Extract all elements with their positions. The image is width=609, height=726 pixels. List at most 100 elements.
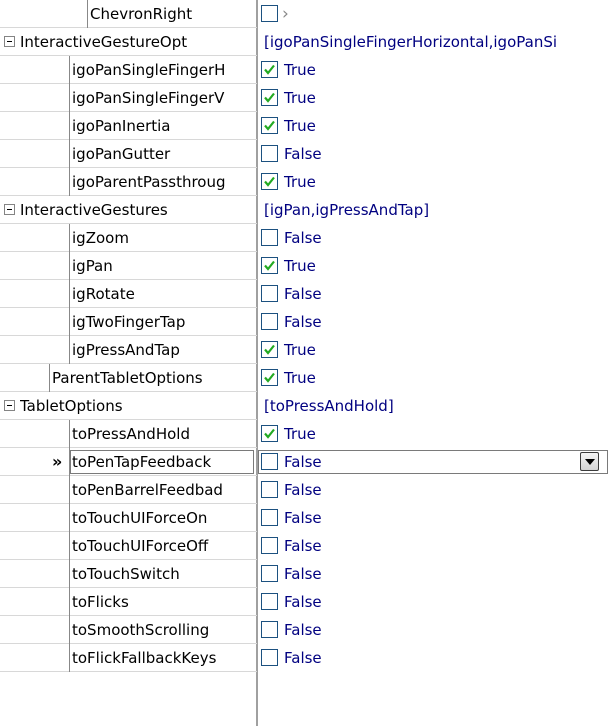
property-value[interactable]: True bbox=[260, 168, 609, 196]
property-value-text: False bbox=[284, 229, 322, 247]
checkbox[interactable] bbox=[261, 369, 278, 386]
checkbox[interactable] bbox=[261, 621, 278, 638]
property-value-text: False bbox=[284, 649, 322, 667]
property-row[interactable]: igZoom False bbox=[0, 224, 609, 252]
checkbox[interactable] bbox=[261, 593, 278, 610]
checkbox[interactable] bbox=[261, 145, 278, 162]
checkbox[interactable] bbox=[261, 257, 278, 274]
property-row[interactable]: toPressAndHold True bbox=[0, 420, 609, 448]
property-value[interactable]: True bbox=[260, 420, 609, 448]
property-value[interactable]: True bbox=[260, 336, 609, 364]
tree-guide-line bbox=[69, 532, 70, 560]
property-value-text: False bbox=[284, 621, 322, 639]
property-row[interactable]: igRotate False bbox=[0, 280, 609, 308]
property-value-text: True bbox=[284, 257, 316, 275]
property-row[interactable]: igoPanInertia True bbox=[0, 112, 609, 140]
property-value[interactable]: [igoPanSingleFingerHorizontal,igoPanSi bbox=[260, 28, 609, 56]
property-value[interactable]: True bbox=[260, 84, 609, 112]
collapse-icon[interactable] bbox=[4, 204, 15, 215]
selected-row-marker: » bbox=[52, 452, 63, 471]
checkbox[interactable] bbox=[261, 229, 278, 246]
property-value-text: [toPressAndHold] bbox=[264, 397, 394, 415]
property-row[interactable]: igPressAndTap True bbox=[0, 336, 609, 364]
property-value-text: False bbox=[284, 285, 322, 303]
property-value-text: [igPan,igPressAndTap] bbox=[264, 201, 430, 219]
property-name: toSmoothScrolling bbox=[72, 621, 210, 639]
property-value[interactable]: True bbox=[260, 252, 609, 280]
property-row[interactable]: toTouchUIForceOff False bbox=[0, 532, 609, 560]
property-row[interactable]: igoPanGutter False bbox=[0, 140, 609, 168]
property-value[interactable]: True bbox=[260, 56, 609, 84]
property-value[interactable]: [toPressAndHold] bbox=[260, 392, 609, 420]
property-value[interactable]: False bbox=[260, 476, 609, 504]
property-name: toTouchUIForceOff bbox=[72, 537, 209, 555]
property-value[interactable]: False bbox=[260, 560, 609, 588]
property-row[interactable]: igoPanSingleFingerV True bbox=[0, 84, 609, 112]
property-value[interactable]: › bbox=[260, 0, 609, 28]
property-row[interactable]: toTouchSwitch False bbox=[0, 560, 609, 588]
property-row[interactable]: toPenBarrelFeedbad False bbox=[0, 476, 609, 504]
property-value[interactable]: True bbox=[260, 364, 609, 392]
property-row[interactable]: igoParentPassthroug True bbox=[0, 168, 609, 196]
property-row[interactable]: ParentTabletOptions True bbox=[0, 364, 609, 392]
property-name: toFlicks bbox=[72, 593, 129, 611]
property-value[interactable]: False bbox=[260, 532, 609, 560]
property-value[interactable]: False bbox=[260, 308, 609, 336]
property-name: igoParentPassthroug bbox=[72, 173, 226, 191]
dropdown-arrow-button[interactable] bbox=[580, 452, 599, 471]
tree-guide-line bbox=[69, 616, 70, 644]
checkbox[interactable] bbox=[261, 565, 278, 582]
property-row[interactable]: » toPenTapFeedback False bbox=[0, 448, 609, 476]
checkbox[interactable] bbox=[261, 285, 278, 302]
tree-guide-line bbox=[69, 56, 70, 84]
property-group-row[interactable]: InteractiveGestureOpt [igoPanSingleFinger… bbox=[0, 28, 609, 56]
property-value[interactable]: False bbox=[260, 644, 609, 672]
property-name: toPressAndHold bbox=[72, 425, 190, 443]
value-editor-frame bbox=[258, 450, 608, 474]
property-value[interactable]: False bbox=[260, 224, 609, 252]
property-value[interactable]: False bbox=[260, 588, 609, 616]
checkbox[interactable] bbox=[261, 313, 278, 330]
property-name: igoPanGutter bbox=[72, 145, 171, 163]
property-row[interactable]: toSmoothScrolling False bbox=[0, 616, 609, 644]
checkbox[interactable] bbox=[261, 481, 278, 498]
checkbox[interactable] bbox=[261, 509, 278, 526]
property-value[interactable]: False bbox=[260, 504, 609, 532]
tree-guide-line bbox=[49, 364, 50, 392]
property-row[interactable]: toFlickFallbackKeys False bbox=[0, 644, 609, 672]
checkmark-icon bbox=[264, 260, 275, 271]
property-name: ChevronRight bbox=[90, 5, 193, 23]
property-row[interactable]: igPan True bbox=[0, 252, 609, 280]
checkbox[interactable] bbox=[261, 173, 278, 190]
property-row[interactable]: toFlicks False bbox=[0, 588, 609, 616]
checkmark-icon bbox=[264, 428, 275, 439]
checkbox[interactable] bbox=[261, 537, 278, 554]
collapse-icon[interactable] bbox=[4, 36, 15, 47]
checkbox[interactable] bbox=[261, 89, 278, 106]
property-row[interactable]: igoPanSingleFingerH True bbox=[0, 56, 609, 84]
tree-guide-line bbox=[69, 504, 70, 532]
property-name: TabletOptions bbox=[20, 397, 123, 415]
property-value-text: True bbox=[284, 173, 316, 191]
tree-guide-line bbox=[69, 420, 70, 448]
property-value[interactable]: [igPan,igPressAndTap] bbox=[260, 196, 609, 224]
property-group-row[interactable]: InteractiveGestures [igPan,igPressAndTap] bbox=[0, 196, 609, 224]
property-row[interactable]: ChevronRight › bbox=[0, 0, 609, 28]
checkbox[interactable] bbox=[261, 61, 278, 78]
checkbox[interactable] bbox=[261, 649, 278, 666]
checkbox[interactable] bbox=[261, 5, 278, 22]
property-value-text: True bbox=[284, 89, 316, 107]
property-value[interactable]: True bbox=[260, 112, 609, 140]
checkbox[interactable] bbox=[261, 341, 278, 358]
property-value[interactable]: False bbox=[260, 616, 609, 644]
property-value[interactable]: False bbox=[260, 280, 609, 308]
collapse-icon[interactable] bbox=[4, 400, 15, 411]
property-row[interactable]: toTouchUIForceOn False bbox=[0, 504, 609, 532]
checkbox[interactable] bbox=[261, 425, 278, 442]
checkbox[interactable] bbox=[261, 117, 278, 134]
tree-guide-line bbox=[69, 112, 70, 140]
checkmark-icon bbox=[264, 64, 275, 75]
property-row[interactable]: igTwoFingerTap False bbox=[0, 308, 609, 336]
property-value[interactable]: False bbox=[260, 140, 609, 168]
property-group-row[interactable]: TabletOptions [toPressAndHold] bbox=[0, 392, 609, 420]
